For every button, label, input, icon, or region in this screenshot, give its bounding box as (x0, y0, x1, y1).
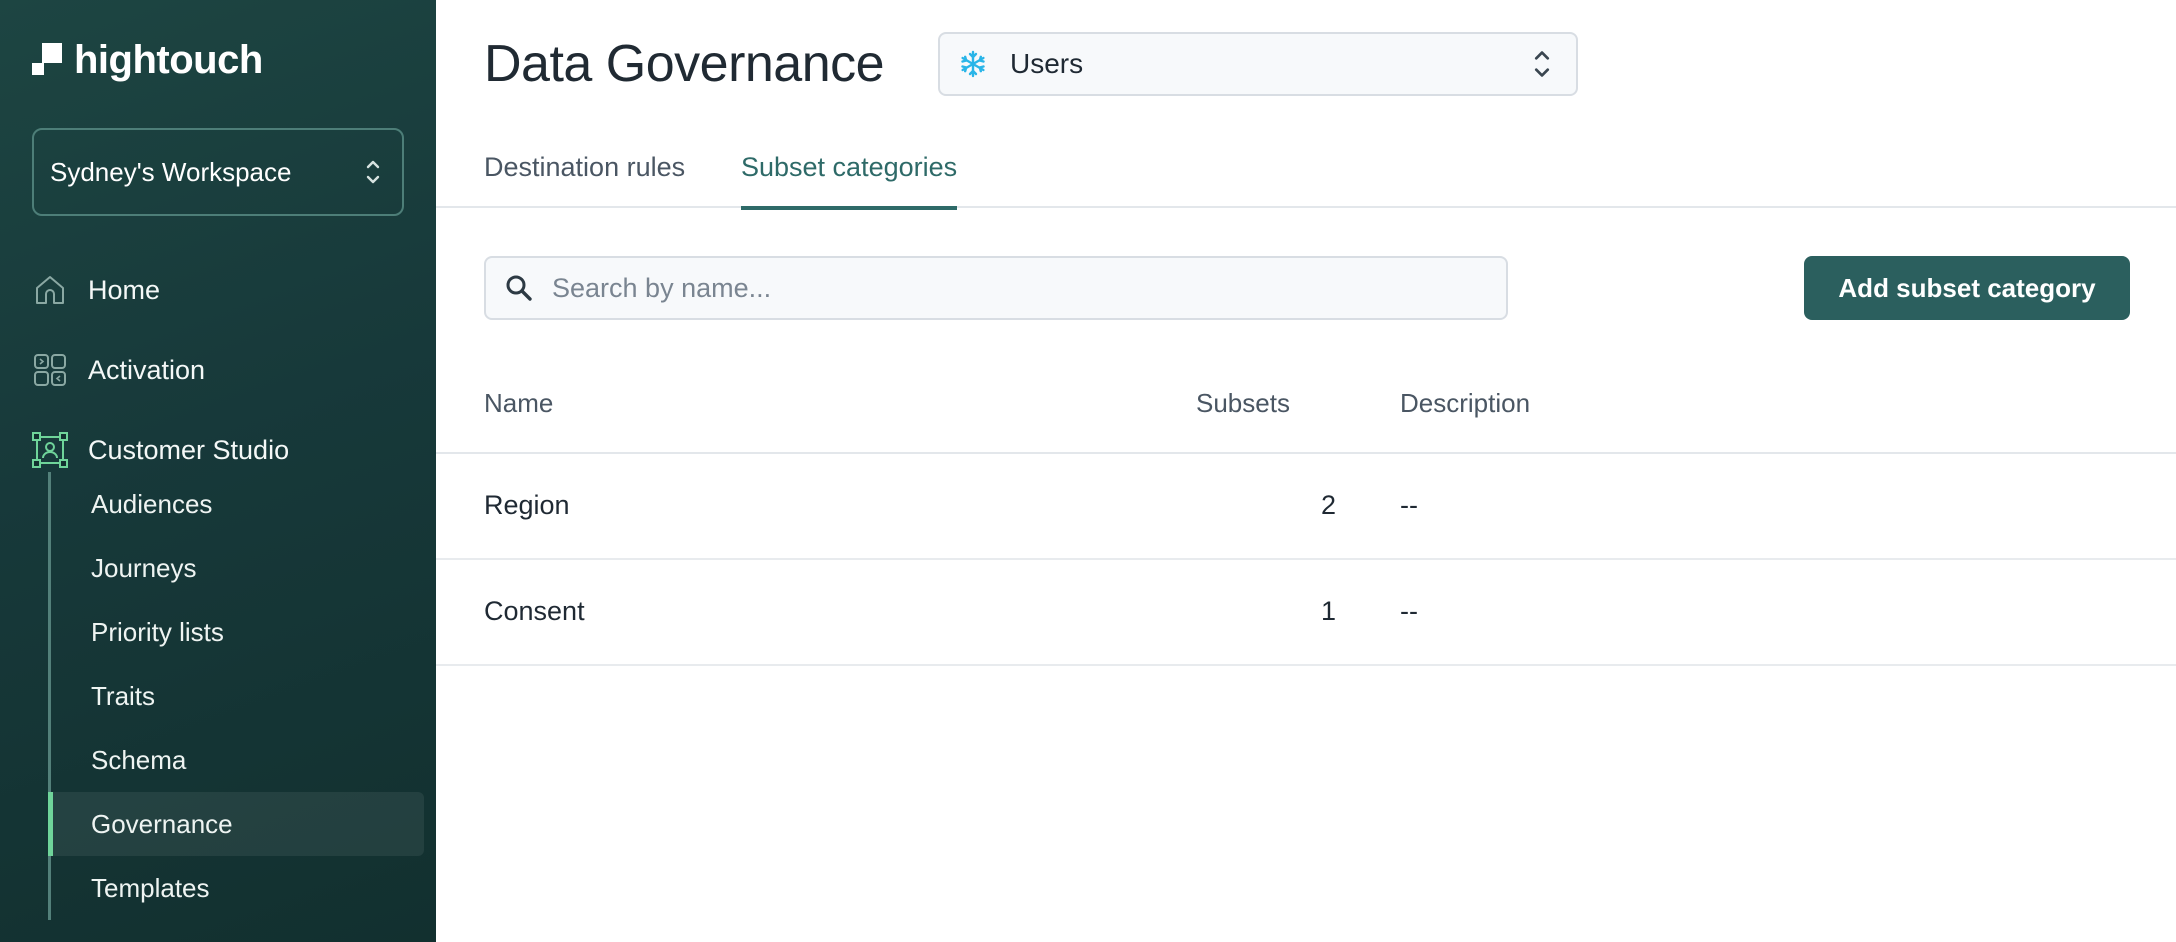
table-row[interactable]: Region 2 -- (436, 454, 2176, 560)
parent-model-value: Users (1010, 48, 1084, 79)
parent-model-select[interactable]: Users (938, 32, 1578, 96)
column-header-name[interactable]: Name (484, 388, 553, 419)
table-header: Name Subsets Description (436, 372, 2176, 454)
row-subsets-count: 1 (1320, 596, 1336, 626)
search-input[interactable] (552, 272, 1488, 304)
chevron-up-down-icon (366, 160, 380, 184)
search-bar (484, 256, 1508, 320)
sidebar-item-journeys[interactable]: Journeys (51, 536, 420, 600)
row-name: Consent (484, 596, 585, 626)
customer-studio-icon (32, 432, 68, 468)
column-header-subsets[interactable]: Subsets (1196, 388, 1290, 419)
subset-categories-table: Name Subsets Description Region 2 -- Con… (436, 372, 2176, 666)
snowflake-icon (961, 50, 985, 78)
sidebar-item-traits[interactable]: Traits (51, 664, 420, 728)
page-title: Data Governance (484, 35, 885, 93)
activation-icon (32, 352, 68, 388)
workspace-label: Sydney's Workspace (50, 156, 292, 187)
nav-item-activation[interactable]: Activation (32, 330, 404, 410)
main-content: Data Governance Users Destination rules … (436, 0, 2176, 942)
workspace-switcher[interactable]: Sydney's Workspace (32, 128, 404, 216)
sidebar-item-schema[interactable]: Schema (51, 728, 420, 792)
row-description: -- (1400, 490, 1418, 520)
tab-subset-categories[interactable]: Subset categories (741, 148, 958, 210)
home-icon (32, 272, 68, 308)
row-description: -- (1400, 596, 1418, 626)
search-icon (506, 275, 532, 301)
nav-label-customer-studio: Customer Studio (88, 434, 290, 465)
sidebar-item-governance[interactable]: Governance (48, 792, 424, 856)
primary-nav: Home Activation Customer Studio (32, 250, 404, 490)
brand-name: hightouch (74, 38, 263, 82)
add-subset-category-button[interactable]: Add subset category (1804, 256, 2130, 320)
sidebar-item-audiences[interactable]: Audiences (51, 472, 420, 536)
brand-logo[interactable]: hightouch (32, 40, 263, 80)
chevron-up-down-icon (1534, 51, 1550, 77)
sidebar: hightouch Sydney's Workspace Home Activa… (0, 0, 436, 942)
customer-studio-subnav: Audiences Journeys Priority lists Traits… (48, 472, 424, 920)
nav-item-home[interactable]: Home (32, 250, 404, 330)
row-name: Region (484, 490, 570, 520)
tab-bar: Destination rules Subset categories (436, 148, 2176, 210)
nav-label-home: Home (88, 274, 161, 305)
nav-label-activation: Activation (88, 354, 206, 385)
table-row[interactable]: Consent 1 -- (436, 560, 2176, 666)
hightouch-logo-icon (32, 43, 64, 77)
sidebar-item-templates[interactable]: Templates (51, 856, 420, 920)
sidebar-item-priority-lists[interactable]: Priority lists (51, 600, 420, 664)
app-root: hightouch Sydney's Workspace Home Activa… (0, 0, 2176, 942)
tab-destination-rules[interactable]: Destination rules (484, 148, 685, 208)
row-subsets-count: 2 (1320, 490, 1336, 520)
column-header-description[interactable]: Description (1400, 388, 1530, 419)
